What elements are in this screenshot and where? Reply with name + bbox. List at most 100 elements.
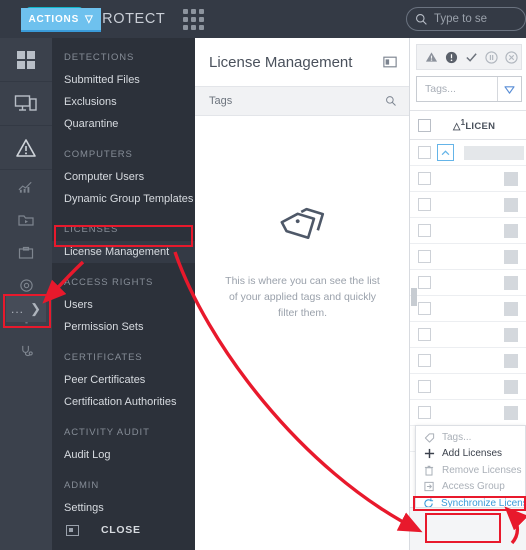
row-content-placeholder	[504, 405, 518, 420]
row-content-placeholder	[504, 353, 518, 368]
nav-group-title: DETECTIONS	[64, 52, 135, 63]
nav-group-title: COMPUTERS	[64, 149, 133, 160]
chevron-up-glyph	[441, 149, 450, 155]
row-checkbox[interactable]	[418, 198, 431, 211]
product-name: PROTECT	[91, 11, 166, 27]
actions-context-menu: Tags... Add Licenses Remove Licenses Acc…	[415, 425, 526, 515]
table-row[interactable]	[410, 348, 526, 374]
warning-triangle-icon[interactable]	[425, 51, 438, 63]
table-row[interactable]	[410, 374, 526, 400]
nav-group-title: CERTIFICATES	[64, 352, 143, 363]
rail-more-expand-button[interactable]: ... ❯	[6, 296, 46, 322]
plus-icon	[423, 448, 435, 459]
sidebar-item-exclusions[interactable]: Exclusions	[52, 91, 195, 113]
drawer-footer: CLOSE	[52, 524, 195, 536]
table-row[interactable]	[410, 192, 526, 218]
row-content-placeholder	[504, 249, 518, 264]
nav-group-title: ACTIVITY AUDIT	[64, 427, 150, 438]
sidebar-item-license-management[interactable]: License Management	[52, 241, 195, 263]
table-row[interactable]	[410, 218, 526, 244]
menu-item-tags[interactable]: Tags...	[416, 429, 525, 446]
table-row[interactable]	[410, 322, 526, 348]
pause-circle-icon[interactable]	[485, 50, 498, 64]
trash-icon	[423, 465, 435, 476]
table-row[interactable]	[410, 296, 526, 322]
rail-item-installers[interactable]	[0, 236, 52, 269]
sidebar-item-audit-log[interactable]: Audit Log	[52, 444, 195, 466]
row-checkbox[interactable]	[418, 354, 431, 367]
check-icon[interactable]	[465, 51, 478, 63]
chevron-right-icon: ❯	[30, 301, 41, 316]
actions-button[interactable]: ACTIONS ▽	[21, 8, 101, 32]
tags-icon	[280, 207, 324, 240]
global-search-input[interactable]: Type to se	[406, 7, 526, 31]
row-checkbox[interactable]	[418, 406, 431, 419]
rail-more-dots: ...	[11, 302, 25, 316]
sidebar-item-permission-sets[interactable]: Permission Sets	[52, 316, 195, 338]
sidebar-item-quarantine[interactable]: Quarantine	[52, 113, 195, 135]
table-row[interactable]	[410, 270, 526, 296]
tag-glyph	[424, 433, 434, 443]
sidebar-item-certification-authorities[interactable]: Certification Authorities	[52, 391, 195, 413]
row-content-placeholder	[504, 301, 518, 316]
installer-box-icon	[18, 246, 34, 259]
row-checkbox[interactable]	[418, 380, 431, 393]
sidebar-item-settings[interactable]: Settings	[52, 497, 195, 519]
close-drawer-button[interactable]: CLOSE	[101, 524, 141, 536]
pin-drawer-icon[interactable]	[66, 524, 79, 536]
column-header-license[interactable]: △1LICEN	[453, 118, 495, 132]
access-group-icon	[423, 481, 435, 492]
alert-circle-icon[interactable]	[445, 51, 458, 64]
search-icon	[386, 96, 396, 106]
table-row[interactable]	[410, 140, 526, 166]
navigation-drawer: DETECTIONS Submitted Files Exclusions Qu…	[52, 38, 195, 550]
sidebar-item-dynamic-group-templates[interactable]: Dynamic Group Templates	[52, 188, 195, 210]
select-all-checkbox[interactable]	[418, 118, 431, 132]
menu-item-add-licenses[interactable]: Add Licenses	[416, 446, 525, 463]
tag-icon	[423, 432, 435, 443]
expand-row-icon[interactable]	[437, 144, 454, 161]
folder-play-icon	[18, 214, 34, 226]
menu-item-remove-licenses[interactable]: Remove Licenses	[416, 462, 525, 479]
row-checkbox[interactable]	[418, 328, 431, 341]
menu-item-access-group[interactable]: Access Group	[416, 479, 525, 496]
collapse-panel-icon[interactable]	[383, 56, 397, 68]
row-checkbox[interactable]	[418, 302, 431, 315]
menu-item-label: Access Group	[442, 481, 505, 493]
sidebar-item-peer-certificates[interactable]: Peer Certificates	[52, 369, 195, 391]
row-checkbox[interactable]	[418, 172, 431, 185]
apps-grid-icon[interactable]	[183, 8, 205, 30]
plus-glyph	[424, 449, 434, 459]
row-checkbox[interactable]	[418, 224, 431, 237]
rail-item-reports[interactable]	[0, 170, 52, 203]
column-header-label: LICEN	[465, 121, 496, 133]
sidebar-item-computer-users[interactable]: Computer Users	[52, 166, 195, 188]
vertical-scrollbar[interactable]	[411, 288, 417, 306]
table-row[interactable]	[410, 244, 526, 270]
table-row[interactable]	[410, 166, 526, 192]
rail-item-detections[interactable]	[0, 126, 52, 170]
sidebar-item-users[interactable]: Users	[52, 294, 195, 316]
row-checkbox[interactable]	[418, 276, 431, 289]
chevron-down-icon: ▽	[85, 13, 94, 25]
access-group-glyph	[423, 482, 434, 492]
tag-filter-input[interactable]: Tags...	[416, 76, 522, 102]
chevron-down-icon[interactable]	[497, 77, 521, 101]
rail-item-tasks[interactable]	[0, 203, 52, 236]
tag-filter-placeholder: Tags...	[425, 83, 456, 95]
row-checkbox[interactable]	[418, 146, 431, 159]
page-title: License Management	[209, 53, 353, 71]
tags-empty-message: This is where you can see the list of yo…	[225, 275, 380, 319]
row-content-placeholder	[464, 145, 524, 160]
row-content-placeholder	[504, 275, 518, 290]
row-checkbox[interactable]	[418, 250, 431, 263]
sidebar-item-submitted-files[interactable]: Submitted Files	[52, 69, 195, 91]
rail-item-status-overview[interactable]	[0, 335, 52, 368]
row-content-placeholder	[504, 379, 518, 394]
tags-search-field[interactable]: Tags	[195, 86, 409, 116]
x-circle-icon[interactable]	[505, 50, 518, 64]
rail-item-computers[interactable]	[0, 82, 52, 126]
menu-item-label: Remove Licenses	[442, 464, 522, 476]
table-row[interactable]	[410, 400, 526, 426]
rail-item-dashboard[interactable]	[0, 38, 52, 82]
